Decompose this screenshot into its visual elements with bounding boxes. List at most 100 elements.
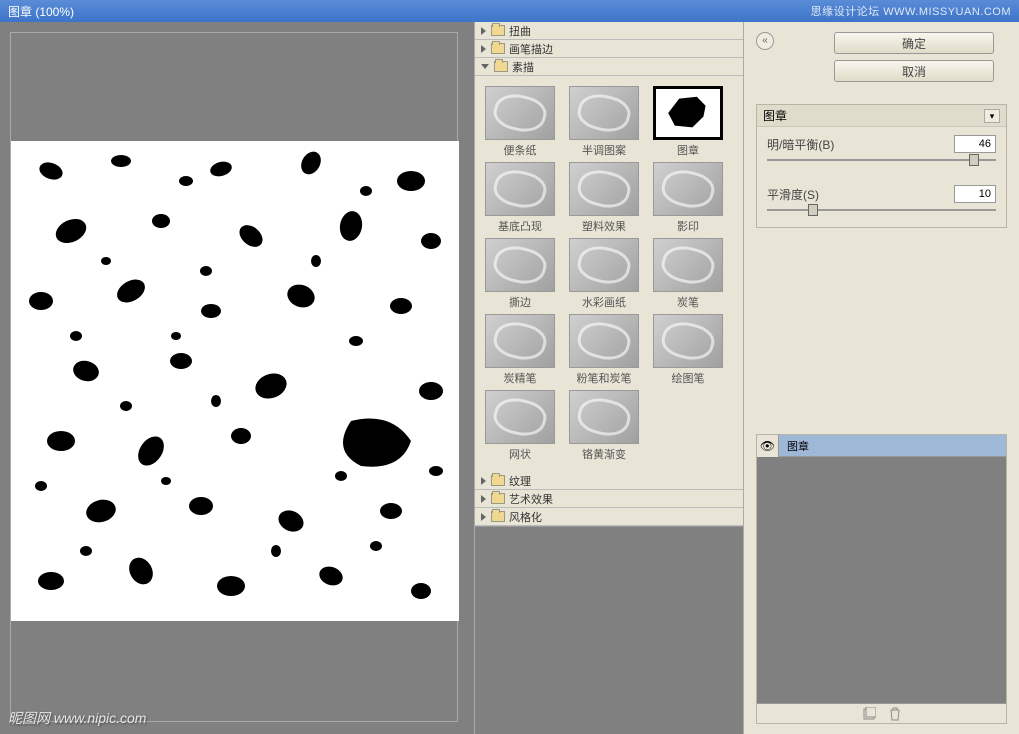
- category-artistic[interactable]: 艺术效果: [475, 490, 743, 508]
- folder-icon: [491, 25, 505, 36]
- thumb-label: 网状: [485, 446, 555, 462]
- effect-layer-row[interactable]: 👁 图章: [757, 435, 1006, 457]
- preview-pane: 昵图网 www.nipic.com: [0, 22, 474, 734]
- thumb-preview: [653, 238, 723, 292]
- layer-footer: [757, 703, 1006, 723]
- effect-layers-panel: 👁 图章: [756, 434, 1007, 724]
- watermark-right: 思缘设计论坛 WWW.MISSYUAN.COM: [811, 3, 1011, 19]
- filter-thumb[interactable]: 便条纸: [485, 86, 555, 158]
- category-label: 纹理: [509, 473, 531, 489]
- folder-icon: [491, 43, 505, 54]
- layer-preview-area: [757, 457, 1006, 703]
- param-light-dark-balance: 明/暗平衡(B): [757, 127, 1006, 177]
- slider-thumb[interactable]: [808, 204, 818, 216]
- visibility-eye-icon[interactable]: 👁: [757, 435, 779, 457]
- filter-thumb[interactable]: 图章: [653, 86, 723, 158]
- folder-icon: [491, 493, 505, 504]
- category-texture[interactable]: 纹理: [475, 472, 743, 490]
- chevron-down-icon[interactable]: ▾: [984, 109, 1000, 123]
- light-dark-balance-input[interactable]: [954, 135, 996, 153]
- thumb-preview: [569, 238, 639, 292]
- category-sketch[interactable]: 素描: [475, 58, 743, 76]
- thumb-preview: [485, 314, 555, 368]
- watermark-bottom-left: 昵图网 www.nipic.com: [8, 708, 146, 728]
- thumb-label: 基底凸现: [485, 218, 555, 234]
- thumb-preview: [569, 390, 639, 444]
- thumb-preview: [485, 238, 555, 292]
- arrow-icon: [481, 513, 486, 521]
- filter-thumb[interactable]: 网状: [485, 390, 555, 462]
- thumb-label: 撕边: [485, 294, 555, 310]
- thumb-label: 炭精笔: [485, 370, 555, 386]
- stamp-pattern: [11, 141, 459, 621]
- folder-icon: [491, 475, 505, 486]
- param-label: 明/暗平衡(B): [767, 136, 834, 153]
- filter-thumb[interactable]: 影印: [653, 162, 723, 234]
- arrow-icon: [481, 477, 486, 485]
- new-layer-icon[interactable]: [862, 707, 876, 721]
- params-header: 图章 ▾: [757, 105, 1006, 127]
- thumb-label: 便条纸: [485, 142, 555, 158]
- slider-track[interactable]: [767, 209, 996, 211]
- filter-name-dropdown-label: 图章: [763, 107, 787, 124]
- filter-thumb[interactable]: 炭精笔: [485, 314, 555, 386]
- category-stylize[interactable]: 风格化: [475, 508, 743, 526]
- collapse-icon[interactable]: «: [756, 32, 774, 50]
- controls-pane: « 确定 取消 图章 ▾ 明/暗平衡(B): [744, 22, 1019, 734]
- category-label: 素描: [512, 59, 534, 75]
- cancel-button[interactable]: 取消: [834, 60, 994, 82]
- category-brushstrokes[interactable]: 画笔描边: [475, 40, 743, 58]
- thumb-label: 水彩画纸: [569, 294, 639, 310]
- slider-thumb[interactable]: [969, 154, 979, 166]
- thumb-label: 粉笔和炭笔: [569, 370, 639, 386]
- thumb-preview: [485, 390, 555, 444]
- window-title: 图章 (100%): [8, 3, 74, 20]
- filter-thumb[interactable]: 水彩画纸: [569, 238, 639, 310]
- trash-icon[interactable]: [888, 707, 902, 721]
- filter-thumb[interactable]: 基底凸现: [485, 162, 555, 234]
- category-label: 风格化: [509, 509, 542, 525]
- thumb-preview: [485, 162, 555, 216]
- filter-thumb[interactable]: 铬黄渐变: [569, 390, 639, 462]
- smoothness-input[interactable]: [954, 185, 996, 203]
- preview-image: [11, 141, 459, 621]
- thumbnail-grid: 便条纸半调图案图章基底凸现塑料效果影印撕边水彩画纸炭笔炭精笔粉笔和炭笔绘图笔网状…: [475, 76, 743, 472]
- titlebar: 图章 (100%) 思缘设计论坛 WWW.MISSYUAN.COM: [0, 0, 1019, 22]
- slider-track[interactable]: [767, 159, 996, 161]
- thumb-preview: [653, 162, 723, 216]
- category-label: 扭曲: [509, 23, 531, 39]
- filter-thumb[interactable]: 炭笔: [653, 238, 723, 310]
- preview-canvas[interactable]: [10, 32, 458, 722]
- arrow-down-icon: [481, 64, 489, 69]
- thumb-label: 铬黄渐变: [569, 446, 639, 462]
- thumb-preview: [653, 86, 723, 140]
- parameters-panel: 图章 ▾ 明/暗平衡(B) 平滑度(S): [756, 104, 1007, 228]
- lower-preview-area: [475, 526, 743, 734]
- category-label: 画笔描边: [509, 41, 553, 57]
- filter-thumb[interactable]: 撕边: [485, 238, 555, 310]
- filter-gallery-pane: 扭曲 画笔描边 素描 便条纸半调图案图章基底凸现塑料效果影印撕边水彩画纸炭笔炭精…: [474, 22, 744, 734]
- ok-button[interactable]: 确定: [834, 32, 994, 54]
- category-label: 艺术效果: [509, 491, 553, 507]
- thumb-preview: [569, 86, 639, 140]
- arrow-icon: [481, 27, 486, 35]
- arrow-icon: [481, 45, 486, 53]
- thumb-label: 炭笔: [653, 294, 723, 310]
- param-label: 平滑度(S): [767, 186, 819, 203]
- thumb-label: 塑料效果: [569, 218, 639, 234]
- filter-thumb[interactable]: 绘图笔: [653, 314, 723, 386]
- thumb-preview: [569, 162, 639, 216]
- thumb-label: 半调图案: [569, 142, 639, 158]
- thumb-preview: [653, 314, 723, 368]
- folder-icon: [491, 511, 505, 522]
- layer-name: 图章: [779, 438, 809, 454]
- filter-thumb[interactable]: 半调图案: [569, 86, 639, 158]
- thumb-preview: [569, 314, 639, 368]
- thumb-preview: [485, 86, 555, 140]
- thumb-label: 图章: [653, 142, 723, 158]
- category-distort[interactable]: 扭曲: [475, 22, 743, 40]
- thumb-label: 绘图笔: [653, 370, 723, 386]
- filter-thumb[interactable]: 粉笔和炭笔: [569, 314, 639, 386]
- filter-thumb[interactable]: 塑料效果: [569, 162, 639, 234]
- param-smoothness: 平滑度(S): [757, 177, 1006, 227]
